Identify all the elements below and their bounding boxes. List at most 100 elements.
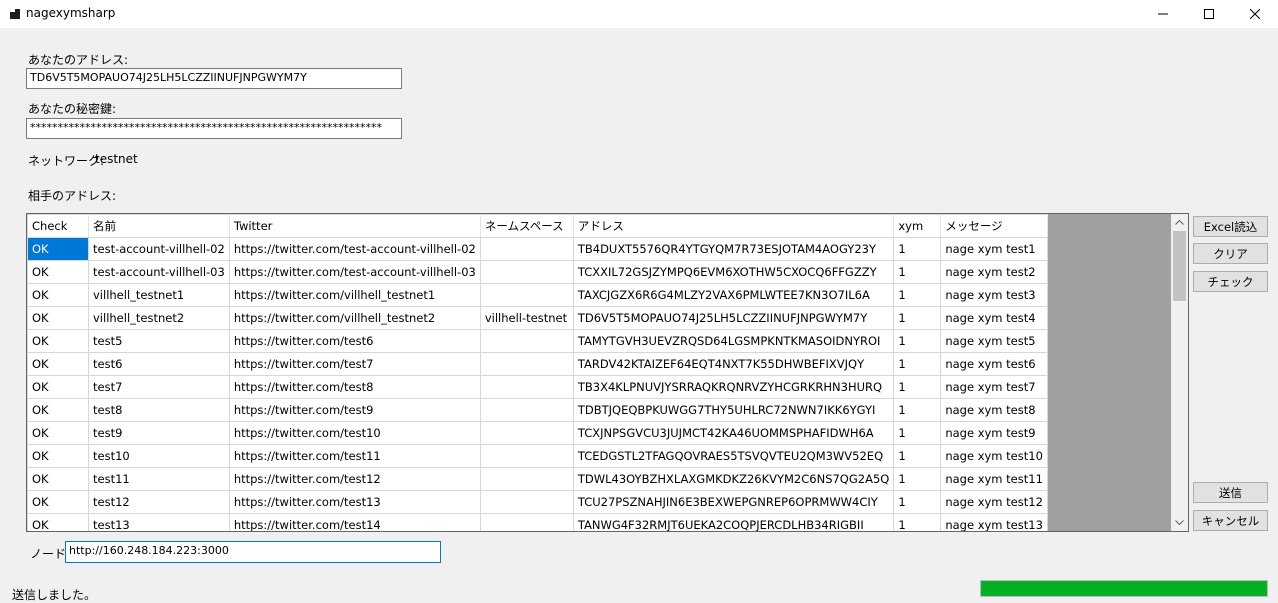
cell-twitter[interactable]: https://twitter.com/test12 (228, 467, 481, 491)
cell-address[interactable]: TARDV42KTAIZEF64EQT4NXT7K55DHWBEFIXVJQY (572, 352, 895, 376)
cell-xym[interactable]: 1 (893, 260, 942, 284)
cell-address[interactable]: TCXJNPSGVCU3JUJMCT42KA46UOMMSPHAFIDWH6A (572, 421, 895, 445)
cell-message[interactable]: nage xym test10 (940, 444, 1048, 468)
column-header-xym[interactable]: xym (893, 214, 942, 238)
cell-address[interactable]: TDWL43OYBZHXLAXGMKDKZ26KVYM2C6NS7QG2A5Q (572, 467, 895, 491)
cell-message[interactable]: nage xym test12 (940, 490, 1048, 514)
cell-namespace[interactable] (479, 329, 574, 353)
column-header-check[interactable]: Check (27, 214, 89, 238)
cell-message[interactable]: nage xym test9 (940, 421, 1048, 445)
excel-import-button[interactable]: Excel読込 (1193, 216, 1268, 237)
column-header-address[interactable]: アドレス (572, 214, 895, 238)
cell-twitter[interactable]: https://twitter.com/test14 (228, 513, 481, 531)
cell-address[interactable]: TANWG4F32RMJT6UEKA2COQPJERCDLHB34RIGBII (572, 513, 895, 531)
cell-name[interactable]: villhell_testnet1 (88, 283, 230, 307)
cell-twitter[interactable]: https://twitter.com/test7 (228, 352, 481, 376)
cell-namespace[interactable] (479, 490, 574, 514)
cell-name[interactable]: test5 (88, 329, 230, 353)
cell-namespace[interactable]: villhell-testnet (479, 306, 574, 330)
table-row[interactable]: OK test5 https://twitter.com/test6 TAMYTGVH… (27, 329, 1048, 353)
cell-xym[interactable]: 1 (893, 352, 942, 376)
recipients-grid[interactable]: Check 名前 Twitter ネームスペース アドレス xym メッセージ … (26, 213, 1189, 532)
table-row[interactable]: OK test13 https://twitter.com/test14 TANWG4… (27, 513, 1048, 531)
cell-xym[interactable]: 1 (893, 467, 942, 491)
cell-message[interactable]: nage xym test2 (940, 260, 1048, 284)
cell-check[interactable]: OK (27, 513, 89, 531)
cell-twitter[interactable]: https://twitter.com/test10 (228, 421, 481, 445)
cell-message[interactable]: nage xym test4 (940, 306, 1048, 330)
table-row[interactable]: OK villhell_testnet1 https://twitter.com/v… (27, 283, 1048, 307)
cell-address[interactable]: TCU27PSZNAHJIN6E3BEXWEPGNREP6OPRMWW4CIY (572, 490, 895, 514)
cell-check[interactable]: OK (27, 306, 89, 330)
cell-twitter[interactable]: https://twitter.com/test-account-villhel… (228, 237, 481, 261)
cell-address[interactable]: TD6V5T5MOPAUO74J25LH5LCZZIINUFJNPGWYM7Y (572, 306, 895, 330)
cell-twitter[interactable]: https://twitter.com/test8 (228, 375, 481, 399)
cell-check[interactable]: OK (27, 329, 89, 353)
scroll-down-icon[interactable] (1171, 514, 1188, 531)
minimize-button[interactable] (1140, 0, 1186, 28)
cell-check[interactable]: OK (27, 444, 89, 468)
cell-name[interactable]: test-account-villhell-03 (88, 260, 230, 284)
cell-xym[interactable]: 1 (893, 398, 942, 422)
cell-address[interactable]: TCXXIL72GSJZYMPQ6EVM6XOTHW5CXOCQ6FFGZZY (572, 260, 895, 284)
cell-message[interactable]: nage xym test6 (940, 352, 1048, 376)
cell-xym[interactable]: 1 (893, 329, 942, 353)
cell-check[interactable]: OK (27, 398, 89, 422)
cell-namespace[interactable] (479, 260, 574, 284)
cell-check[interactable]: OK (27, 421, 89, 445)
cell-twitter[interactable]: https://twitter.com/villhell_testnet1 (228, 283, 481, 307)
cell-twitter[interactable]: https://twitter.com/test9 (228, 398, 481, 422)
column-header-namespace[interactable]: ネームスペース (479, 214, 574, 238)
table-row[interactable]: OK test-account-villhell-02 https://twitte… (27, 237, 1048, 261)
cell-message[interactable]: nage xym test5 (940, 329, 1048, 353)
cell-xym[interactable]: 1 (893, 513, 942, 531)
node-input[interactable]: http://160.248.184.223:3000 (65, 541, 441, 563)
table-row[interactable]: OK test9 https://twitter.com/test10 TCXJNPS… (27, 421, 1048, 445)
column-header-name[interactable]: 名前 (88, 214, 230, 238)
cell-xym[interactable]: 1 (893, 444, 942, 468)
cell-address[interactable]: TCEDGSTL2TFAGQOVRAES5TSVQVTEU2QM3WV52EQ (572, 444, 895, 468)
scroll-up-icon[interactable] (1171, 214, 1188, 231)
cell-name[interactable]: villhell_testnet2 (88, 306, 230, 330)
cell-address[interactable]: TDBTJQEQBPKUWGG7THY5UHLRC72NWN7IKK6YGYI (572, 398, 895, 422)
cell-check[interactable]: OK (27, 283, 89, 307)
maximize-button[interactable] (1186, 0, 1232, 28)
cell-message[interactable]: nage xym test8 (940, 398, 1048, 422)
close-button[interactable] (1232, 0, 1278, 28)
cell-namespace[interactable] (479, 375, 574, 399)
column-header-message[interactable]: メッセージ (940, 214, 1048, 238)
cell-xym[interactable]: 1 (893, 237, 942, 261)
cell-address[interactable]: TAXCJGZX6R6G4MLZY2VAX6PMLWTEE7KN3O7IL6A (572, 283, 895, 307)
table-row[interactable]: OK test11 https://twitter.com/test12 TDWL43… (27, 467, 1048, 491)
cell-address[interactable]: TAMYTGVH3UEVZRQSD64LGSMPKNTKMASOIDNYROI (572, 329, 895, 353)
cell-name[interactable]: test8 (88, 398, 230, 422)
cell-namespace[interactable] (479, 444, 574, 468)
cell-namespace[interactable] (479, 421, 574, 445)
grid-vertical-scrollbar[interactable] (1171, 214, 1188, 531)
cell-name[interactable]: test13 (88, 513, 230, 531)
secret-key-input[interactable]: ****************************************… (26, 118, 402, 139)
cell-address[interactable]: TB3X4KLPNUVJYSRRAQKRQNRVZYHCGRKRHN3HURQ (572, 375, 895, 399)
address-input[interactable]: TD6V5T5MOPAUO74J25LH5LCZZIINUFJNPGWYM7Y (26, 68, 402, 89)
cell-namespace[interactable] (479, 283, 574, 307)
cell-name[interactable]: test-account-villhell-02 (88, 237, 230, 261)
cell-message[interactable]: nage xym test11 (940, 467, 1048, 491)
cell-namespace[interactable] (479, 352, 574, 376)
cell-xym[interactable]: 1 (893, 490, 942, 514)
cell-name[interactable]: test9 (88, 421, 230, 445)
cell-namespace[interactable] (479, 467, 574, 491)
column-header-twitter[interactable]: Twitter (228, 214, 481, 238)
cell-namespace[interactable] (479, 513, 574, 531)
cell-message[interactable]: nage xym test3 (940, 283, 1048, 307)
cell-name[interactable]: test6 (88, 352, 230, 376)
table-row[interactable]: OK test12 https://twitter.com/test13 TCU27P… (27, 490, 1048, 514)
cell-name[interactable]: test12 (88, 490, 230, 514)
cell-namespace[interactable] (479, 237, 574, 261)
cell-message[interactable]: nage xym test13 (940, 513, 1048, 531)
cell-check[interactable]: OK (27, 467, 89, 491)
cell-twitter[interactable]: https://twitter.com/villhell_testnet2 (228, 306, 481, 330)
cell-twitter[interactable]: https://twitter.com/test6 (228, 329, 481, 353)
cell-check[interactable]: OK (27, 237, 89, 261)
cell-address[interactable]: TB4DUXT5576QR4YTGYQM7R73ESJOTAM4AOGY23Y (572, 237, 895, 261)
table-row[interactable]: OK villhell_testnet2 https://twitter.com/v… (27, 306, 1048, 330)
